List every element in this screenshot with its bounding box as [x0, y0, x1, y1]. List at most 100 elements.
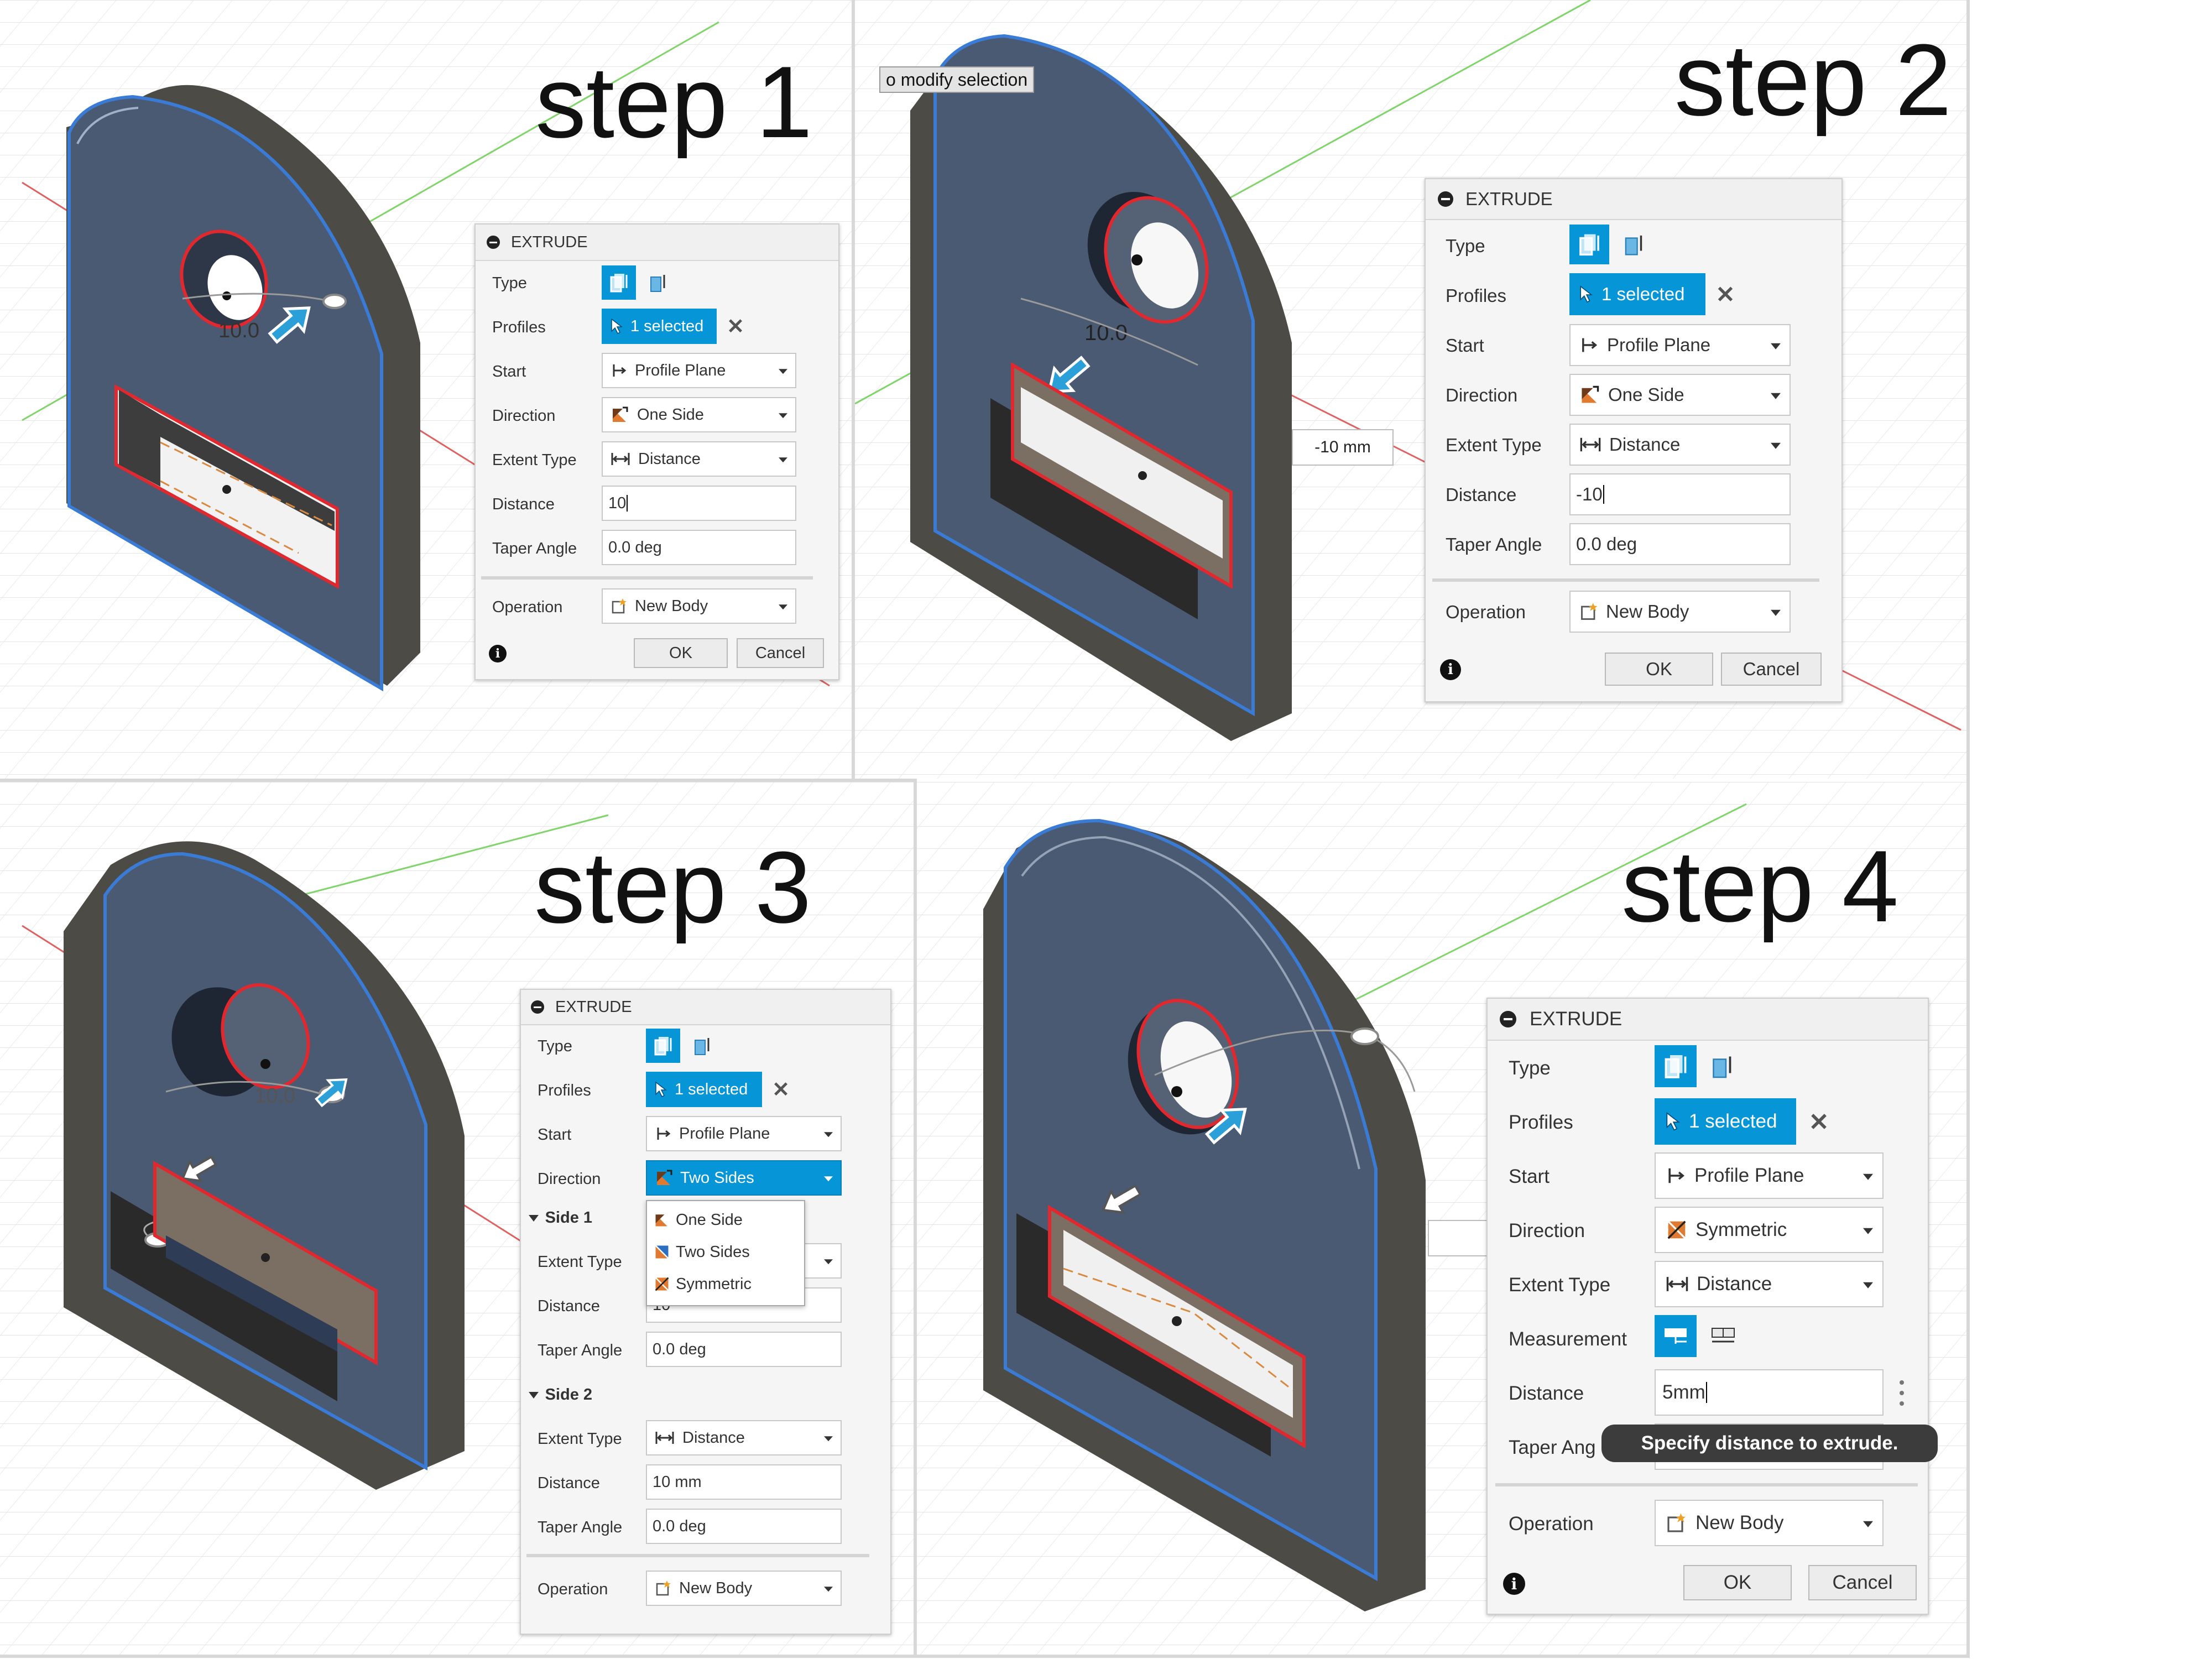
cursor-arrow-icon — [611, 318, 623, 335]
type-thin-button[interactable] — [1702, 1045, 1744, 1087]
start-dropdown[interactable]: Profile Plane — [1655, 1152, 1884, 1199]
ok-button[interactable]: OK — [634, 638, 728, 668]
direction-option-symmetric[interactable]: Symmetric — [647, 1269, 804, 1300]
distance-label: Distance — [492, 495, 555, 513]
clear-selection-button[interactable]: ✕ — [1804, 1107, 1834, 1137]
info-icon[interactable]: i — [1440, 659, 1461, 680]
side-2-taper-angle-input[interactable]: 0.0 deg — [646, 1509, 842, 1544]
profiles-select-button[interactable]: 1 selected — [1655, 1098, 1796, 1145]
clear-selection-button[interactable]: ✕ — [768, 1076, 794, 1103]
type-thin-button[interactable] — [641, 265, 676, 300]
taper-angle-value: 0.0 deg — [608, 538, 662, 556]
cancel-button[interactable]: Cancel — [1721, 653, 1822, 686]
direction-dropdown[interactable]: Symmetric — [1655, 1207, 1884, 1253]
start-dropdown[interactable]: Profile Plane — [1569, 324, 1791, 366]
step-1-title: step 1 — [535, 45, 813, 159]
two-sides-icon — [655, 1245, 669, 1259]
extrude-thin-icon — [695, 1038, 709, 1055]
cancel-button[interactable]: Cancel — [737, 638, 824, 668]
extent-type-dropdown[interactable]: Distance — [602, 441, 796, 477]
step-2-title: step 2 — [1674, 23, 1952, 137]
symmetric-icon — [655, 1277, 669, 1291]
direction-dropdown[interactable]: One Side — [1569, 374, 1791, 416]
panel-divider-right — [1966, 0, 1970, 1658]
side-2-extent-type-dropdown[interactable]: Distance — [646, 1420, 842, 1455]
type-solid-button[interactable] — [1655, 1045, 1697, 1087]
side-1-label: Side 1 — [545, 1209, 593, 1227]
extrude-solid-icon — [1665, 1055, 1687, 1078]
side-2-extent-type-value: Distance — [682, 1428, 745, 1447]
distance-readout[interactable]: -10 mm — [1292, 429, 1394, 466]
more-options-icon[interactable] — [1898, 1380, 1906, 1406]
start-value: Profile Plane — [679, 1124, 770, 1142]
start-dropdown[interactable]: Profile Plane — [602, 353, 796, 388]
extent-type-dropdown[interactable]: Distance — [1655, 1261, 1884, 1307]
one-side-icon — [655, 1214, 667, 1227]
measurement-half-length-button[interactable] — [1655, 1315, 1697, 1357]
step-2-extrude-dialog: EXTRUDE Type Profiles 1 selected ✕ Start… — [1425, 178, 1843, 702]
direction-dropdown[interactable]: Two Sides — [646, 1160, 842, 1196]
direction-option-one-side[interactable]: One Side — [647, 1204, 804, 1235]
profile-plane-icon — [613, 364, 627, 377]
info-icon[interactable]: i — [489, 645, 507, 662]
distance-readout[interactable] — [1428, 1220, 1491, 1256]
half-length-icon — [1665, 1328, 1687, 1344]
type-solid-button[interactable] — [602, 265, 636, 300]
type-solid-button[interactable] — [646, 1029, 680, 1063]
close-icon: ✕ — [1808, 1108, 1829, 1136]
profiles-label: Profiles — [1509, 1112, 1573, 1133]
dialog-header[interactable]: EXTRUDE — [521, 990, 890, 1025]
operation-dropdown[interactable]: New Body — [1655, 1500, 1884, 1546]
clear-selection-button[interactable]: ✕ — [722, 313, 749, 340]
distance-input[interactable]: 10 — [602, 486, 796, 521]
clear-selection-button[interactable]: ✕ — [1711, 280, 1740, 309]
operation-dropdown[interactable]: New Body — [1569, 591, 1791, 633]
direction-dropdown[interactable]: One Side — [602, 397, 796, 432]
dialog-header[interactable]: EXTRUDE — [476, 225, 838, 261]
side-1-taper-angle-input[interactable]: 0.0 deg — [646, 1332, 842, 1367]
distance-input[interactable]: -10 — [1569, 473, 1791, 515]
ok-button[interactable]: OK — [1683, 1565, 1792, 1600]
type-label: Type — [538, 1037, 572, 1055]
side-1-distance-label: Distance — [538, 1297, 600, 1315]
profiles-select-button[interactable]: 1 selected — [1569, 273, 1705, 315]
profiles-value: 1 selected — [1689, 1110, 1777, 1132]
side-2-label: Side 2 — [545, 1386, 593, 1404]
type-solid-button[interactable] — [1569, 225, 1609, 264]
taper-angle-input[interactable]: 0.0 deg — [1569, 523, 1791, 565]
distance-input[interactable]: 5mm — [1655, 1369, 1884, 1416]
collapse-icon[interactable] — [1500, 1011, 1516, 1027]
ok-button[interactable]: OK — [1605, 653, 1713, 686]
measurement-whole-length-button[interactable] — [1702, 1315, 1744, 1357]
collapse-icon[interactable] — [1438, 191, 1453, 207]
operation-dropdown[interactable]: New Body — [646, 1571, 842, 1606]
type-thin-button[interactable] — [1615, 225, 1655, 264]
taper-angle-label: Taper Ang — [1509, 1437, 1596, 1458]
operation-dropdown[interactable]: New Body — [602, 588, 796, 624]
start-label: Start — [492, 363, 526, 380]
profiles-select-button[interactable]: 1 selected — [602, 309, 717, 344]
step-1-dimension-label: 10.0 — [218, 319, 259, 342]
cancel-button[interactable]: Cancel — [1808, 1565, 1917, 1600]
extent-type-value: Distance — [1697, 1273, 1772, 1295]
step-3-dimension-label: 10.0 — [254, 1084, 295, 1108]
extent-type-dropdown[interactable]: Distance — [1569, 424, 1791, 466]
cursor-arrow-icon — [1666, 1112, 1680, 1131]
type-thin-button[interactable] — [686, 1029, 720, 1063]
dialog-header[interactable]: EXTRUDE — [1426, 179, 1841, 220]
start-value: Profile Plane — [1607, 335, 1711, 355]
step-4-extrude-dialog: EXTRUDE Type Profiles 1 selected ✕ Start… — [1486, 998, 1938, 1615]
side-2-distance-input[interactable]: 10 mm — [646, 1464, 842, 1500]
panel-divider-bottom — [0, 1655, 1969, 1658]
collapse-icon[interactable] — [487, 236, 500, 249]
dialog-header[interactable]: EXTRUDE — [1488, 999, 1928, 1041]
taper-angle-input[interactable]: 0.0 deg — [602, 530, 796, 565]
side-1-section-header[interactable]: Side 1 — [529, 1209, 592, 1227]
side-2-section-header[interactable]: Side 2 — [529, 1386, 592, 1404]
info-icon[interactable]: i — [1503, 1573, 1525, 1595]
whole-length-icon — [1712, 1328, 1735, 1343]
direction-option-two-sides[interactable]: Two Sides — [647, 1237, 804, 1267]
start-dropdown[interactable]: Profile Plane — [646, 1116, 842, 1151]
profiles-select-button[interactable]: 1 selected — [646, 1072, 762, 1107]
collapse-icon[interactable] — [531, 1000, 544, 1014]
